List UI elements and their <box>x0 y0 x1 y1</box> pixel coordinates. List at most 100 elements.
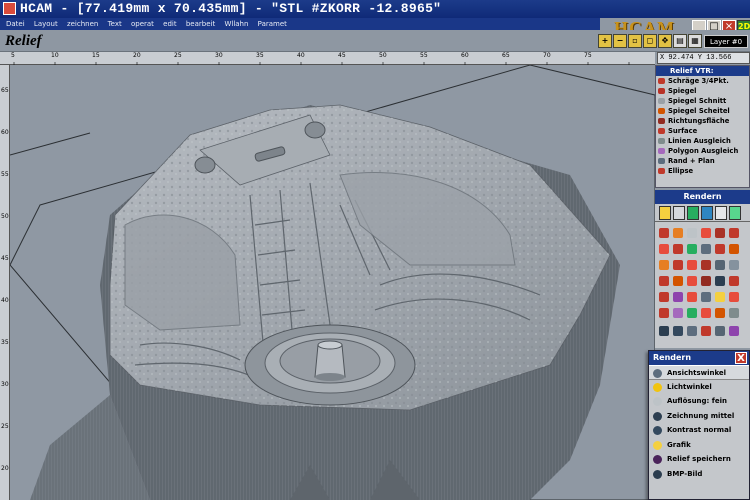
tool-node-icon[interactable] <box>729 326 739 336</box>
tool-drop-icon[interactable] <box>729 228 739 238</box>
tool-fire-icon[interactable] <box>659 260 669 270</box>
item-label: Linien Ausgleich <box>668 137 731 145</box>
relief-item-linien-ausgleich[interactable]: Linien Ausgleich <box>656 136 749 146</box>
tool-bump-icon[interactable] <box>701 228 711 238</box>
layers-icon[interactable] <box>701 206 713 220</box>
grid-icon[interactable] <box>687 206 699 220</box>
tool-arc-icon[interactable] <box>687 228 697 238</box>
tool-heart-icon[interactable] <box>715 244 725 254</box>
tool-weave-icon[interactable] <box>659 308 669 318</box>
relief-item-schraege[interactable]: Schräge 3/4Pkt. <box>656 76 749 86</box>
layer-icon[interactable]: ▦ <box>688 34 702 48</box>
menu-layout[interactable]: Layout <box>34 20 58 28</box>
tool-emboss-icon[interactable] <box>701 276 711 286</box>
render-item-kontrast[interactable]: Kontrast normal <box>649 423 749 438</box>
ruler-top-label: 45 <box>338 52 346 59</box>
menu-operat[interactable]: operat <box>131 20 154 28</box>
zoom-all-icon[interactable]: ◻ <box>643 34 657 48</box>
tool-flame-icon[interactable] <box>701 308 711 318</box>
menu-datei[interactable]: Datei <box>6 20 25 28</box>
menu-paramet[interactable]: Paramet <box>258 20 287 28</box>
tool-ring-icon[interactable] <box>729 260 739 270</box>
ruler-top-label: 60 <box>461 52 469 59</box>
tool-scale-icon[interactable] <box>687 326 697 336</box>
zoom-out-icon[interactable]: − <box>613 34 627 48</box>
ruler-left-label: 35 <box>1 339 9 346</box>
relief-item-polygon-ausgleich[interactable]: Polygon Ausgleich <box>656 146 749 156</box>
relief-item-richtungsflaeche[interactable]: Richtungsfläche <box>656 116 749 126</box>
green-tool-icon[interactable] <box>729 206 741 220</box>
tool-wave-icon[interactable] <box>729 244 739 254</box>
ruler-top-label: 70 <box>543 52 551 59</box>
ruler-icon[interactable] <box>673 206 685 220</box>
ruler-top-label: 55 <box>420 52 428 59</box>
tool-line-icon[interactable] <box>701 292 711 302</box>
render-item-relief-speichern[interactable]: Relief speichern <box>649 452 749 467</box>
tool-bar-icon[interactable] <box>715 260 725 270</box>
tool-pencil-icon[interactable] <box>659 228 669 238</box>
tool-texture-icon[interactable] <box>687 276 697 286</box>
close-icon[interactable]: X <box>735 352 747 364</box>
relief-item-surface[interactable]: Surface <box>656 126 749 136</box>
item-label: Spiegel Schnitt <box>668 97 727 105</box>
tool-text-icon[interactable] <box>729 276 739 286</box>
print-icon[interactable]: ▤ <box>673 34 687 48</box>
pen-icon[interactable] <box>715 206 727 220</box>
tool-sculpt-icon[interactable] <box>715 276 725 286</box>
relief-item-spiegel-scheitel[interactable]: Spiegel Scheitel <box>656 106 749 116</box>
menu-zeichnen[interactable]: zeichnen <box>67 20 98 28</box>
tool-diamond-icon[interactable] <box>659 276 669 286</box>
tool-cone-icon[interactable] <box>701 260 711 270</box>
tool-fill-icon[interactable] <box>729 292 739 302</box>
menu-wllahn[interactable]: Wllahn <box>224 20 248 28</box>
zoom-window-icon[interactable]: ▫ <box>628 34 642 48</box>
tool-pointer-icon[interactable] <box>659 326 669 336</box>
tool-curve-icon[interactable] <box>687 260 697 270</box>
ruler-left-label: 55 <box>1 171 9 178</box>
tool-pattern-icon[interactable] <box>687 292 697 302</box>
render-popup-title: Rendern <box>653 353 692 362</box>
menu-bearbeit[interactable]: bearbeit <box>186 20 215 28</box>
tool-plane-icon[interactable] <box>729 308 739 318</box>
tool-hill-icon[interactable] <box>659 244 669 254</box>
relief-render <box>10 65 655 500</box>
tool-stone-icon[interactable] <box>701 244 711 254</box>
relief-item-spiegel[interactable]: Spiegel <box>656 86 749 96</box>
drawing-icon <box>653 411 662 421</box>
tool-cut-icon[interactable] <box>715 308 725 318</box>
tool-mesh-icon[interactable] <box>673 308 683 318</box>
pan-icon[interactable]: ✥ <box>658 34 672 48</box>
menu-edit[interactable]: edit <box>163 20 176 28</box>
tool-cube-icon[interactable] <box>673 276 683 286</box>
tool-tree-icon[interactable] <box>687 308 697 318</box>
ruler-top-label: 35 <box>256 52 264 59</box>
relief-item-rand-plan[interactable]: Rand + Plan <box>656 156 749 166</box>
render-item-bmp-bild[interactable]: BMP-Bild <box>649 467 749 482</box>
layer-indicator[interactable]: Layer #0 <box>704 35 748 48</box>
tool-shape-icon[interactable] <box>673 292 683 302</box>
tool-grid-icon[interactable] <box>659 292 669 302</box>
tool-marker-icon[interactable] <box>701 326 711 336</box>
folder-icon[interactable] <box>659 206 671 220</box>
menu-text[interactable]: Text <box>108 20 122 28</box>
tool-rotate-icon[interactable] <box>673 326 683 336</box>
tool-leaf-icon[interactable] <box>687 244 697 254</box>
tool-link-icon[interactable] <box>715 326 725 336</box>
render-item-zeichnung[interactable]: Zeichnung mittel <box>649 409 749 424</box>
render-item-lichtwinkel[interactable]: Lichtwinkel <box>649 380 749 395</box>
tool-brush-icon[interactable] <box>673 228 683 238</box>
tool-dome-icon[interactable] <box>715 228 725 238</box>
zoom-in-icon[interactable]: + <box>598 34 612 48</box>
tool-star-icon[interactable] <box>673 244 683 254</box>
item-label: Spiegel Scheitel <box>668 107 730 115</box>
render-item-grafik[interactable]: Grafik <box>649 438 749 453</box>
tool-paint-icon[interactable] <box>715 292 725 302</box>
polygon-balance-icon <box>658 148 665 154</box>
relief-item-ellipse[interactable]: Ellipse <box>656 166 749 176</box>
ruler-top-label: 15 <box>92 52 100 59</box>
relief-item-spiegel-schnitt[interactable]: Spiegel Schnitt <box>656 96 749 106</box>
relief-viewport[interactable] <box>10 65 655 500</box>
tool-spiral-icon[interactable] <box>673 260 683 270</box>
render-item-aufloesung[interactable]: Auflösung: fein <box>649 394 749 409</box>
render-item-ansichtswinkel[interactable]: Ansichtswinkel <box>649 365 749 380</box>
